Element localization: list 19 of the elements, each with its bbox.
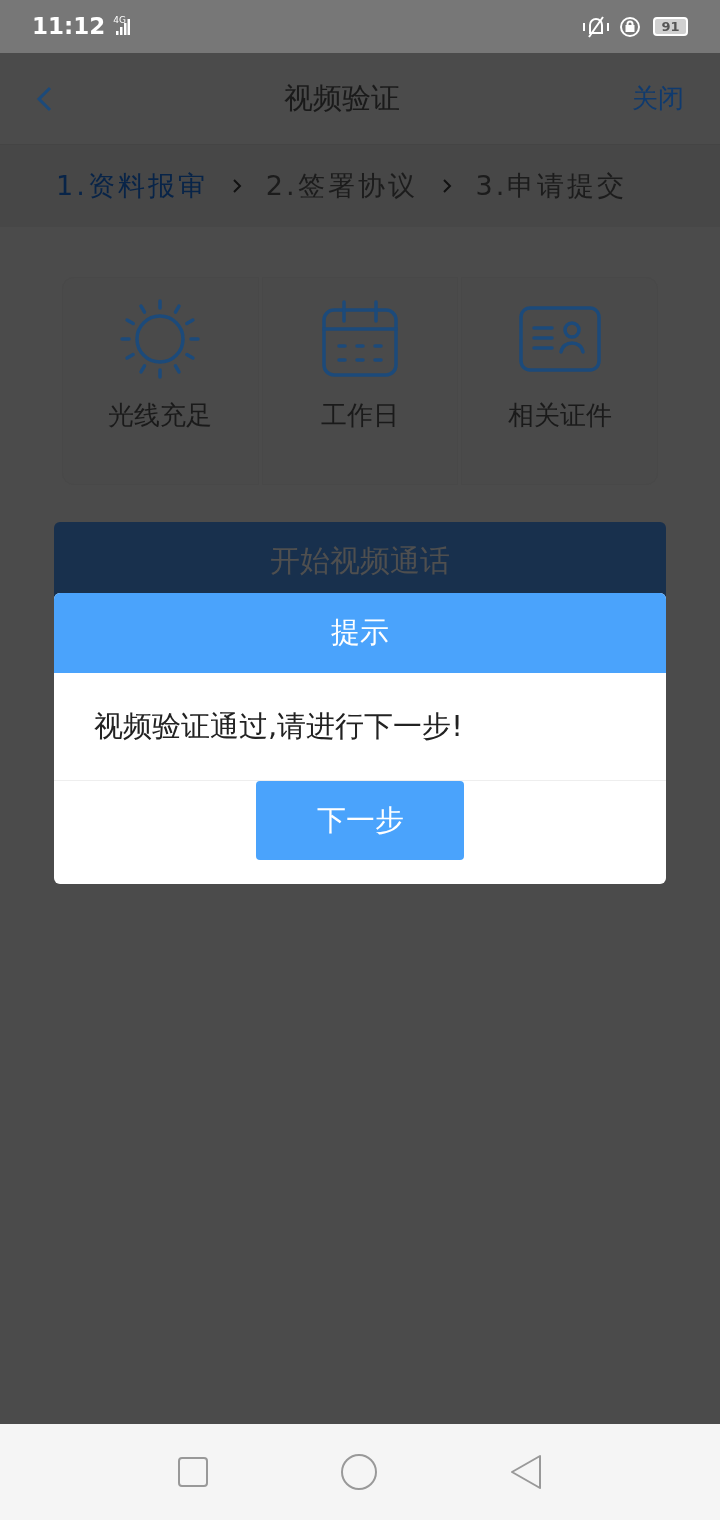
dialog-message: 视频验证通过,请进行下一步! <box>94 707 463 745</box>
back-nav-icon[interactable] <box>509 1454 542 1490</box>
signal-icon <box>115 18 130 35</box>
calendar-icon <box>320 299 400 379</box>
home-icon[interactable] <box>341 1454 377 1490</box>
step-tab[interactable]: 1.资料报审 <box>56 165 208 207</box>
next-step-button[interactable]: 下一步 <box>256 781 464 860</box>
chevron-icon <box>441 178 452 194</box>
rotation-lock-icon <box>619 15 641 38</box>
dialog-title: 提示 <box>331 614 389 652</box>
chevron-icon <box>231 178 242 194</box>
id-card-icon <box>518 306 601 372</box>
close-link[interactable]: 关闭 <box>632 79 684 118</box>
recent-apps-icon[interactable] <box>178 1457 209 1487</box>
sun-icon <box>119 298 202 380</box>
status-time: 11:12 <box>32 12 106 42</box>
mute-vibrate-icon <box>581 14 611 39</box>
battery-indicator: 91 <box>653 17 688 36</box>
network-type: 4G <box>113 13 126 27</box>
